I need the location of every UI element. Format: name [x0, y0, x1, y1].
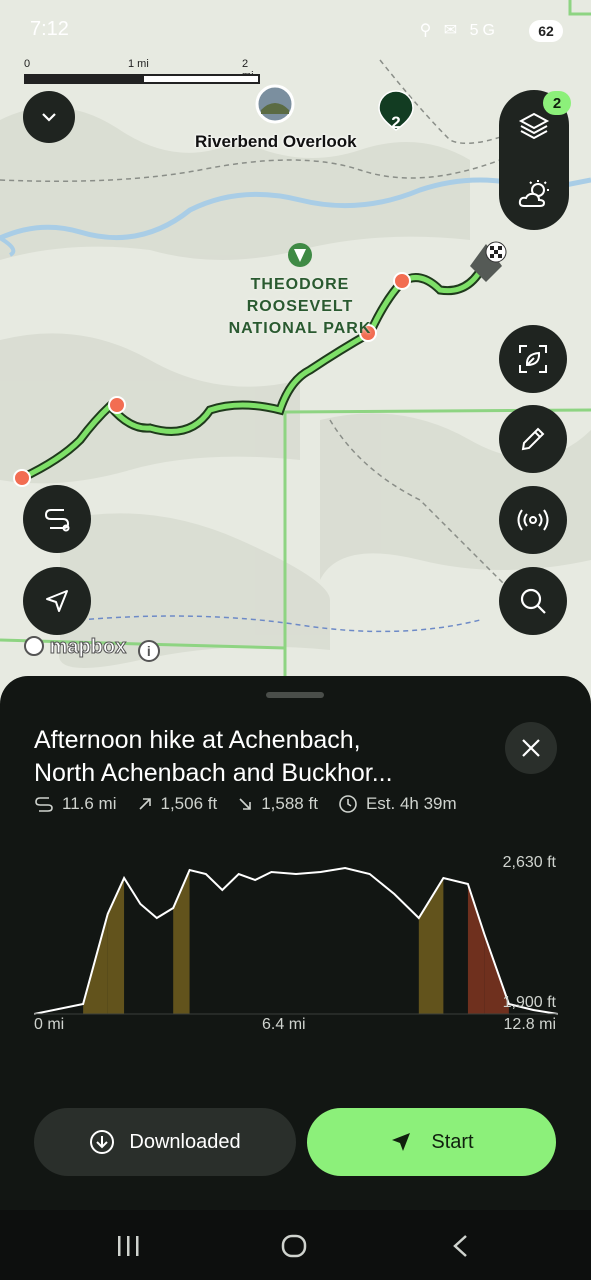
waypoint-marker	[13, 469, 31, 487]
waypoint-marker	[393, 272, 411, 290]
layers-icon	[518, 112, 550, 140]
downloaded-button[interactable]: Downloaded	[34, 1108, 296, 1176]
route-icon	[35, 797, 53, 812]
route-icon	[44, 509, 70, 532]
search-icon	[520, 588, 546, 614]
poi-label[interactable]: Riverbend Overlook	[195, 132, 357, 152]
sheet-drag-handle[interactable]	[266, 692, 324, 698]
descent-value: 1,588 ft	[261, 794, 318, 813]
network-type: 5G	[469, 22, 499, 39]
elevation-chart[interactable]: 2,630 ft 1,900 ft 0 mi 6.4 mi 12.8 mi	[33, 846, 559, 1046]
close-icon	[522, 739, 540, 757]
y-min-label: 1,900 ft	[502, 994, 556, 1011]
park-label-line-3: NATIONAL PARK	[228, 320, 372, 337]
stat-ascent: 1,506 ft	[137, 794, 218, 814]
weather-button[interactable]	[499, 160, 569, 230]
estimate-value: Est. 4h 39m	[365, 794, 457, 813]
pencil-icon	[521, 427, 545, 451]
info-icon[interactable]: i	[137, 640, 160, 662]
park-label-line-2: ROOSEVELT	[246, 298, 354, 315]
scale-label-1mi: 1 mi	[128, 58, 149, 70]
back-icon	[453, 1235, 467, 1257]
route-stats: 11.6 mi 1,506 ft 1,588 ft Est. 4h 39m	[34, 794, 574, 814]
start-label: Start	[431, 1130, 474, 1153]
y-max-label: 2,630 ft	[502, 854, 556, 871]
route-title-line-1: Afternoon hike at Achenbach,	[34, 726, 361, 754]
weather-icon	[518, 180, 549, 207]
park-label: THEODORE ROOSEVELT NATIONAL PARK	[224, 274, 376, 340]
status-icons: ⚲ ✉ 5G	[419, 22, 499, 39]
stat-distance: 11.6 mi	[34, 794, 117, 814]
map-scale-bar: 0 1 mi 2 mi	[24, 58, 260, 88]
arrow-down-right-icon	[239, 798, 252, 810]
status-time: 7:12	[30, 18, 69, 40]
identify-plant-button[interactable]	[499, 325, 567, 393]
mapbox-attribution: mapbox i	[24, 636, 160, 662]
scan-leaf-icon	[519, 345, 547, 373]
route-title-line-2: North Achenbach and Buckhor...	[34, 759, 393, 787]
battery-indicator: 62	[529, 20, 563, 42]
waypoint-marker	[108, 396, 126, 414]
map-view[interactable]: 7:12 ⚲ ✉ 5G 62 0 1 mi 2 mi Riverbend Ove…	[0, 0, 591, 720]
distance-value: 11.6 mi	[62, 794, 117, 813]
broadcast-icon	[517, 509, 549, 531]
x-label-start: 0 mi	[34, 1016, 65, 1033]
download-circle-icon	[90, 1130, 115, 1154]
layers-badge: 2	[543, 91, 571, 115]
navigation-arrow-icon	[392, 1133, 411, 1151]
route-title: Afternoon hike at Achenbach, North Achen…	[34, 724, 474, 790]
steep-segment	[467, 884, 485, 1014]
park-label-line-1: THEODORE	[250, 276, 350, 293]
ascent-value: 1,506 ft	[160, 794, 218, 813]
chevron-down-icon	[42, 113, 56, 122]
system-nav-bar	[0, 1210, 591, 1280]
route-options-button[interactable]	[23, 485, 91, 553]
draw-route-button[interactable]	[499, 405, 567, 473]
stat-estimate: Est. 4h 39m	[338, 794, 457, 814]
route-details-sheet: Afternoon hike at Achenbach, North Achen…	[0, 676, 591, 1280]
arrow-up-right-icon	[138, 798, 151, 810]
home-icon	[281, 1234, 307, 1258]
collapse-map-button[interactable]	[23, 91, 75, 143]
status-bar: 7:12 ⚲ ✉ 5G 62	[0, 0, 591, 60]
app-screen: 7:12 ⚲ ✉ 5G 62 0 1 mi 2 mi Riverbend Ove…	[0, 0, 591, 1280]
location-arrow-icon	[46, 590, 68, 612]
steep-segment	[173, 870, 190, 1014]
mapbox-logo-text: mapbox	[49, 636, 127, 659]
downloaded-label: Downloaded	[129, 1130, 241, 1153]
live-share-button[interactable]	[499, 486, 567, 554]
clock-icon	[339, 795, 357, 813]
mapbox-logo-icon	[24, 636, 44, 656]
search-button[interactable]	[499, 567, 567, 635]
scale-label-0: 0	[24, 58, 31, 70]
cluster-count[interactable]: 2	[379, 113, 413, 133]
recent-apps-icon	[118, 1236, 139, 1256]
nav-buttons	[118, 1234, 467, 1258]
x-label-end: 12.8 mi	[503, 1016, 556, 1033]
x-label-mid: 6.4 mi	[262, 1016, 306, 1033]
stat-descent: 1,588 ft	[237, 794, 318, 814]
start-button[interactable]: Start	[307, 1108, 556, 1176]
close-button[interactable]	[505, 722, 557, 774]
locate-me-button[interactable]	[23, 567, 91, 635]
